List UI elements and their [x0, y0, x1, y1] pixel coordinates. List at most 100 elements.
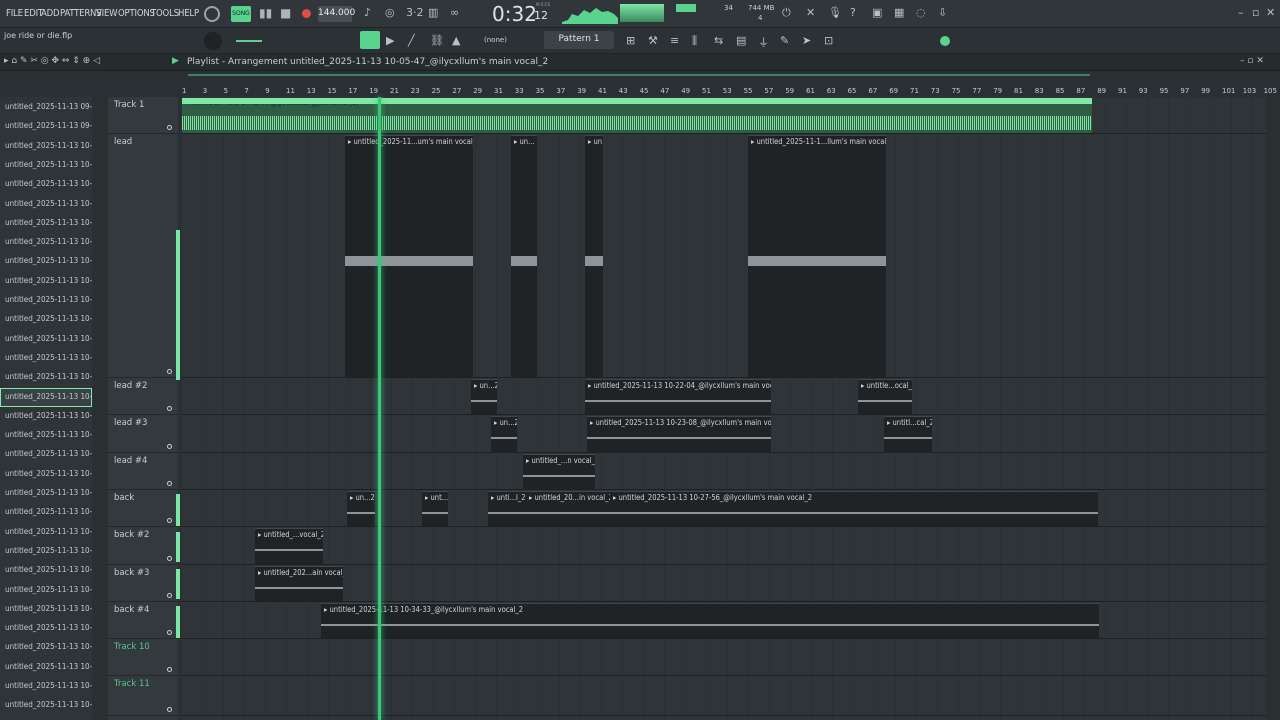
audio-clip[interactable]: ▸ untitl...cal_2 [884, 416, 932, 452]
tools-icon[interactable]: ⚒ [648, 34, 658, 47]
metronome-icon[interactable]: ♪ [364, 6, 371, 19]
audio-clip[interactable]: ▸ WITHOUT YOU 144BPM @g06beatz @joeflame… [182, 98, 1092, 133]
browser-item[interactable]: untitled_2025-11-13 10-... [0, 581, 92, 600]
track-header[interactable]: Track 10 [108, 639, 178, 676]
track-name[interactable]: back #4 [114, 605, 149, 615]
midi-icon[interactable]: ▦ [894, 6, 904, 19]
track-mute-button[interactable] [167, 406, 172, 411]
menu-options[interactable]: OPTIONS [118, 8, 155, 19]
song-position-scrollbar[interactable] [188, 74, 1090, 76]
browser-item[interactable]: untitled_2025-11-13 10-... [0, 445, 92, 464]
track-mute-button[interactable] [167, 630, 172, 635]
browser-item[interactable]: untitled_2025-11-13 10-... [0, 523, 92, 542]
browser-item[interactable]: untitled_2025-11-13 10-... [0, 407, 92, 426]
track-name[interactable]: lead [114, 137, 132, 147]
track-header[interactable]: lead #3 [108, 415, 178, 453]
track-mute-button[interactable] [167, 593, 172, 598]
browser-item[interactable]: untitled_2025-11-13 10-... [0, 233, 92, 252]
browser-item[interactable]: untitled_2025-11-13 10-... [0, 638, 92, 657]
eq-icon[interactable]: ⫼ [692, 34, 697, 48]
plug-icon[interactable]: ⏚ [758, 34, 769, 50]
audio-clip[interactable]: ▸ unti...l_2 [488, 491, 526, 526]
power-icon[interactable]: ⏻ [782, 6, 791, 20]
browser-item[interactable]: untitled_2025-11-13 10-... [0, 175, 92, 194]
audio-clip[interactable]: ▸ un...2 [347, 491, 375, 526]
browser-scrollbar[interactable] [92, 97, 108, 720]
mic-icon[interactable]: 🎙 [828, 6, 842, 19]
menu-help[interactable]: HELP [178, 8, 199, 19]
file-icon[interactable]: ▤ [736, 34, 746, 47]
song-mode-toggle[interactable]: SONG [231, 6, 251, 22]
track-name[interactable]: lead #2 [114, 381, 147, 391]
browser-item[interactable]: untitled_2025-11-13 10-... [0, 503, 92, 522]
track-mute-button[interactable] [167, 481, 172, 486]
mixer-icon[interactable]: ▲ [452, 34, 460, 47]
track-lane[interactable] [182, 565, 1266, 602]
track-name[interactable]: lead #4 [114, 456, 147, 466]
audio-clip[interactable]: ▸ untitled_2025-11-13 10-23-08_@ilycxllu… [587, 416, 771, 452]
track-header[interactable]: Track 11 [108, 676, 178, 716]
browser-item[interactable]: untitled_2025-11-13 10-... [0, 658, 92, 677]
browser-item[interactable]: untitled_2025-11-13 10-... [0, 137, 92, 156]
browser-item[interactable]: untitled_2025-11-13 10-... [0, 368, 92, 387]
track-header[interactable]: back [108, 490, 178, 527]
audio-clip[interactable]: ▸ untitled_20...in vocal_2 [526, 491, 610, 526]
track-name[interactable]: back #3 [114, 568, 149, 578]
audio-clip[interactable]: ▸ untitled_2025-11...um's main vocal_2 [345, 135, 473, 377]
time-display[interactable]: 0:32 [492, 2, 537, 26]
record-icon[interactable] [302, 9, 311, 18]
track-header[interactable]: Track 1 [108, 97, 178, 134]
menu-add[interactable]: ADD [41, 8, 60, 19]
track-mute-button[interactable] [167, 444, 172, 449]
pattern-clone-icon[interactable]: ⊞ [626, 34, 635, 47]
pattern-selector[interactable]: Pattern 1 [544, 31, 614, 49]
track-mute-button[interactable] [167, 518, 172, 523]
tempo-knob[interactable] [204, 32, 222, 50]
snap-value[interactable]: (none) [484, 36, 507, 44]
browser-item[interactable]: untitled_2025-11-13 10-... [0, 330, 92, 349]
browser-item[interactable]: untitled_2025-11-13 09-... [0, 98, 92, 117]
piano-roll-icon[interactable]: ▶ [386, 34, 394, 47]
browser-item[interactable]: untitled_2025-11-13 10-... [0, 387, 92, 407]
track-mute-button[interactable] [167, 707, 172, 712]
minimize-icon[interactable]: – [1238, 6, 1244, 19]
track-lane[interactable] [182, 676, 1266, 716]
audio-clip[interactable]: ▸ untitled_2025-11-13 10-22-04_@ilycxllu… [585, 379, 771, 414]
save-icon[interactable]: ▣ [872, 6, 882, 19]
browser-item[interactable]: untitled_2025-11-13 10-... [0, 156, 92, 175]
track-lane[interactable] [182, 527, 1266, 565]
browser-item[interactable]: untitled_2025-11-13 10-... [0, 272, 92, 291]
audio-clip[interactable]: ▸ untitled_202...ain vocal_2 [255, 566, 343, 601]
playlist-tools-icons[interactable]: ▸ ⌂ ✎ ✂ ◎ ✥ ⇔ ⇕ ⊕ ◁ [4, 56, 100, 66]
cart-icon[interactable]: ⊡ [824, 34, 833, 47]
countdown-icon[interactable]: 3·2 [406, 6, 424, 19]
browser-item[interactable]: untitled_2025-11-13 10-... [0, 195, 92, 214]
pointer-icon[interactable]: ➤ [802, 34, 811, 47]
track-mute-button[interactable] [167, 369, 172, 374]
browser-item[interactable]: untitled_2025-11-13 10-... [0, 619, 92, 638]
track-mute-button[interactable] [167, 125, 172, 130]
browser-item[interactable]: untitled_2025-11-13 10-... [0, 696, 92, 715]
browser-item[interactable]: untitled_2025-11-13 10-... [0, 349, 92, 368]
browser-item[interactable]: untitled_2025-11-13 10-... [0, 600, 92, 619]
stop-icon[interactable]: ■ [280, 6, 291, 20]
track-name[interactable]: Track 11 [114, 679, 150, 689]
track-name[interactable]: Track 1 [114, 100, 144, 110]
track-name[interactable]: lead #3 [114, 418, 147, 428]
audio-clip[interactable]: ▸ untitle...ocal_2 [858, 379, 912, 414]
browser-item[interactable]: untitled_2025-11-13 10-... [0, 291, 92, 310]
tempo-display[interactable]: 144.000 [318, 6, 355, 22]
track-name[interactable]: Track 10 [114, 642, 150, 652]
browser-item[interactable]: untitled_2025-11-13 10-... [0, 214, 92, 233]
browser-item[interactable]: untitled_2025-11-13 10-... [0, 252, 92, 271]
routing-icon[interactable]: ⇆ [714, 34, 723, 47]
audio-clip[interactable]: ▸ untitled_2025-11-13 10-34-33_@ilycxllu… [321, 603, 1099, 638]
track-name[interactable]: back #2 [114, 530, 149, 540]
browser-item[interactable]: untitled_2025-11-13 10-... [0, 426, 92, 445]
browser-item[interactable]: untitled_2025-11-13 10-... [0, 465, 92, 484]
play-icon[interactable]: ▮▮ [259, 6, 272, 20]
loop-record-icon[interactable]: ∞ [450, 6, 459, 19]
channel-rack-icon[interactable]: ╱ [408, 34, 415, 47]
audio-clip[interactable]: ▸ untitled_2025-11-1...llum's main vocal… [748, 135, 886, 377]
chat-icon[interactable]: ◌ [916, 6, 926, 19]
